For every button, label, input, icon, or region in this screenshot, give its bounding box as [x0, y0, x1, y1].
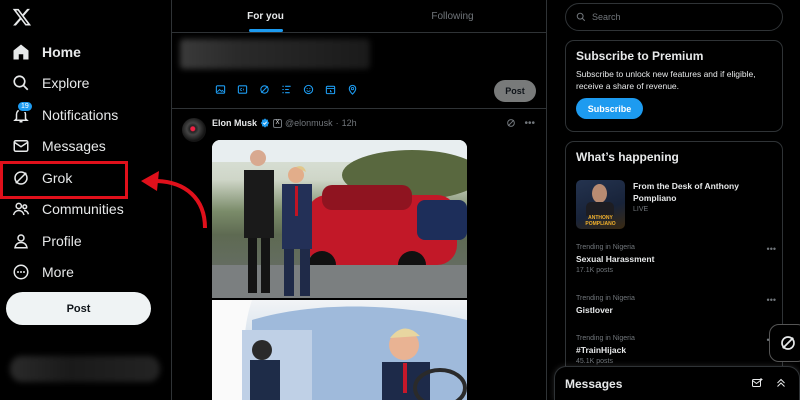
- search-input[interactable]: Search: [565, 3, 783, 31]
- tab-following[interactable]: Following: [359, 0, 546, 32]
- trend-item[interactable]: Trending in Nigeria Gistlover •••: [576, 295, 776, 318]
- more-options-icon[interactable]: •••: [767, 244, 776, 254]
- tweet[interactable]: Elon Musk X @elonmusk · 12h •••: [172, 110, 546, 400]
- more-options-icon[interactable]: •••: [524, 118, 535, 131]
- notification-badge: 19: [17, 101, 33, 112]
- featured-event-status: LIVE: [633, 206, 649, 213]
- nav-item-label: Notifications: [42, 107, 119, 123]
- composer-post-button[interactable]: Post: [494, 80, 536, 102]
- nav-item-messages[interactable]: Messages: [12, 134, 106, 158]
- tweet-separator: ·: [335, 118, 339, 128]
- premium-text: Subscribe to unlock new features and if …: [576, 69, 756, 91]
- schedule-icon[interactable]: [324, 83, 337, 96]
- featured-image-text: ANTHONY POMPLIANO: [585, 215, 616, 227]
- trend-item[interactable]: Trending in Nigeria Sexual Harassment 17…: [576, 244, 776, 274]
- expand-up-icon[interactable]: [775, 377, 787, 392]
- messages-drawer-title: Messages: [565, 376, 623, 391]
- tweet-author-name[interactable]: Elon Musk: [212, 118, 257, 128]
- search-icon: [576, 12, 586, 22]
- featured-face: [592, 184, 607, 203]
- timeline-tabs: For you Following: [172, 0, 546, 33]
- post-composer: [172, 33, 546, 109]
- mail-icon: [13, 140, 29, 152]
- composer-input-blurred[interactable]: [180, 39, 370, 69]
- nav-item-home[interactable]: Home: [12, 40, 81, 64]
- nav-item-label: More: [42, 264, 74, 280]
- premium-card: Subscribe to Premium Subscribe to unlock…: [565, 40, 783, 132]
- x-logo-icon[interactable]: [12, 7, 32, 27]
- image-icon[interactable]: [214, 83, 227, 96]
- grok-icon: [781, 336, 795, 350]
- notification-icon-wrap: 19: [12, 101, 33, 124]
- gif-icon[interactable]: [236, 83, 249, 96]
- more-options-icon[interactable]: •••: [767, 295, 776, 305]
- nav-item-explore[interactable]: Explore: [12, 71, 89, 95]
- nav-item-more[interactable]: More: [12, 260, 74, 284]
- nav-item-label: Communities: [42, 201, 124, 217]
- search-icon: [13, 75, 29, 91]
- post-button[interactable]: Post: [6, 292, 151, 325]
- nav-item-label: Messages: [42, 138, 106, 154]
- tab-for-you[interactable]: For you: [172, 0, 359, 32]
- people-icon: [12, 202, 30, 216]
- location-icon[interactable]: [346, 83, 359, 96]
- composer-toolbar: [214, 83, 359, 96]
- trend-title: Sexual Harassment: [576, 254, 655, 264]
- right-sidebar: Search Subscribe to Premium Subscribe to…: [547, 0, 800, 400]
- trend-count: 45.1K posts: [576, 358, 613, 365]
- grok-icon[interactable]: [258, 83, 271, 96]
- emoji-icon[interactable]: [302, 83, 315, 96]
- verified-badge-icon: [260, 118, 270, 128]
- tweet-photo-1[interactable]: [212, 140, 467, 298]
- trend-context: Trending in Nigeria: [576, 244, 635, 251]
- messages-drawer[interactable]: Messages: [554, 366, 800, 400]
- featured-body: [586, 202, 614, 216]
- nav-item-notifications[interactable]: 19 Notifications: [12, 101, 119, 127]
- x-affiliate-badge: X: [273, 118, 283, 128]
- messages-drawer-actions: [751, 377, 787, 392]
- featured-event-text: From the Desk of Anthony Pompliano LIVE: [633, 180, 763, 229]
- account-switcher-blurred[interactable]: [10, 356, 160, 382]
- grok-icon[interactable]: [506, 118, 516, 131]
- more-circle-icon: [13, 264, 29, 280]
- tweet-handle[interactable]: @elonmusk: [285, 118, 333, 128]
- tweet-header: Elon Musk X @elonmusk · 12h: [212, 118, 357, 128]
- main-timeline: For you Following Post Elon Musk X @elon…: [172, 0, 547, 400]
- tweet-time[interactable]: 12h: [342, 118, 357, 128]
- trend-count: 17.1K posts: [576, 267, 613, 274]
- premium-title: Subscribe to Premium: [576, 49, 704, 63]
- trend-context: Trending in Nigeria: [576, 335, 635, 342]
- subscribe-button[interactable]: Subscribe: [576, 98, 643, 119]
- nav-item-label: Profile: [42, 233, 82, 249]
- avatar[interactable]: [182, 118, 206, 142]
- tweet-actions: •••: [506, 118, 535, 131]
- new-message-icon[interactable]: [751, 377, 763, 392]
- app: Home Explore 19 Notifications Messages G…: [0, 0, 800, 400]
- nav-item-profile[interactable]: Profile: [12, 229, 82, 253]
- search-placeholder: Search: [592, 12, 621, 22]
- trend-item[interactable]: Trending in Nigeria #TrainHijack 45.1K p…: [576, 335, 776, 365]
- nav-item-label: Home: [42, 44, 81, 60]
- nav-item-communities[interactable]: Communities: [12, 197, 124, 221]
- trend-title: #TrainHijack: [576, 345, 627, 355]
- nav-item-label: Explore: [42, 75, 90, 91]
- featured-event-image: ANTHONY POMPLIANO: [576, 180, 625, 229]
- featured-event[interactable]: ANTHONY POMPLIANO From the Desk of Antho…: [576, 180, 763, 229]
- person-icon: [14, 234, 28, 249]
- grok-floating-button[interactable]: [769, 324, 800, 362]
- happening-title: What’s happening: [576, 150, 679, 164]
- photo-illustration-2: [212, 300, 467, 400]
- featured-event-title: From the Desk of Anthony Pompliano: [633, 181, 739, 203]
- trend-title: Gistlover: [576, 305, 613, 315]
- photo-illustration-1: [212, 140, 467, 298]
- poll-icon[interactable]: [280, 83, 293, 96]
- whats-happening-card: What’s happening ANTHONY POMPLIANO From …: [565, 141, 783, 400]
- trend-context: Trending in Nigeria: [576, 295, 635, 302]
- grok-highlight-box: [0, 161, 128, 199]
- home-icon: [13, 44, 29, 60]
- tweet-photo-2[interactable]: [212, 300, 467, 400]
